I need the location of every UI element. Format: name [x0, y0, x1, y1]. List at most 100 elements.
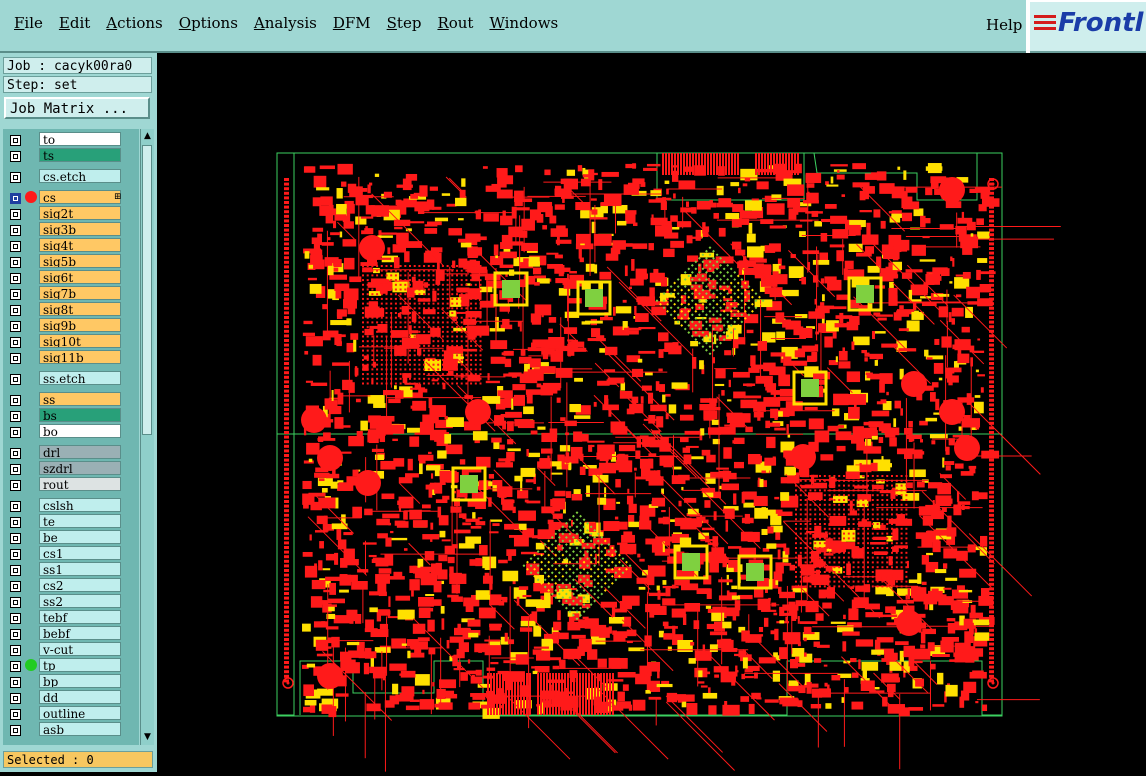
layer-row-drl[interactable]: drl	[4, 445, 124, 460]
layer-row-cs2[interactable]: cs2	[4, 578, 124, 593]
layer-checkbox[interactable]	[10, 241, 21, 252]
layer-row-szdrl[interactable]: szdrl	[4, 461, 124, 476]
menu-rout[interactable]: Rout	[437, 14, 473, 32]
layer-checkbox[interactable]	[10, 337, 21, 348]
layer-row-sig4t[interactable]: sig4t	[4, 238, 124, 253]
layer-row-be[interactable]: be	[4, 530, 124, 545]
layer-row-tp[interactable]: tp	[4, 658, 124, 673]
menu-analysis[interactable]: Analysis	[254, 14, 317, 32]
layer-name[interactable]: dd	[39, 690, 121, 704]
layer-row-rout[interactable]: rout	[4, 477, 124, 492]
menu-windows[interactable]: Windows	[489, 14, 558, 32]
layer-checkbox[interactable]	[10, 501, 21, 512]
layer-checkbox[interactable]	[10, 151, 21, 162]
layer-checkbox[interactable]	[10, 693, 21, 704]
layer-row-ss2[interactable]: ss2	[4, 594, 124, 609]
layer-row-bs[interactable]: bs	[4, 408, 124, 423]
layer-checkbox[interactable]	[10, 135, 21, 146]
layer-checkbox[interactable]	[10, 677, 21, 688]
layer-name[interactable]: sig6t	[39, 270, 121, 284]
layer-checkbox[interactable]	[10, 257, 21, 268]
menu-file[interactable]: File	[14, 14, 43, 32]
layer-row-sig8t[interactable]: sig8t	[4, 302, 124, 317]
layer-checkbox[interactable]	[10, 629, 21, 640]
layer-name[interactable]: be	[39, 530, 121, 544]
layer-checkbox[interactable]	[10, 709, 21, 720]
layer-name[interactable]: to	[39, 132, 121, 146]
layer-name[interactable]: asb	[39, 722, 121, 736]
layer-name[interactable]: bo	[39, 424, 121, 438]
pcb-view[interactable]	[157, 53, 1146, 772]
layer-checkbox[interactable]	[10, 565, 21, 576]
layer-checkbox[interactable]	[10, 172, 21, 183]
layer-row-sig9b[interactable]: sig9b	[4, 318, 124, 333]
layer-name[interactable]: bs	[39, 408, 121, 422]
layer-row-sig3b[interactable]: sig3b	[4, 222, 124, 237]
layer-row-bo[interactable]: bo	[4, 424, 124, 439]
layer-row-cs1[interactable]: cs1	[4, 546, 124, 561]
layer-name[interactable]: cslsh	[39, 498, 121, 512]
scroll-down-icon[interactable]: ▼	[142, 732, 153, 744]
layer-row-sig11b[interactable]: sig11b	[4, 350, 124, 365]
layer-name[interactable]: sig4t	[39, 238, 121, 252]
layer-row-outline[interactable]: outline	[4, 706, 124, 721]
layer-name[interactable]: ss2	[39, 594, 121, 608]
layer-checkbox[interactable]	[10, 209, 21, 220]
layer-checkbox[interactable]	[10, 597, 21, 608]
layer-name[interactable]: cs	[39, 190, 121, 204]
layer-expand-icon[interactable]: ⊞	[114, 190, 122, 204]
layer-checkbox[interactable]	[10, 464, 21, 475]
layer-row-bp[interactable]: bp	[4, 674, 124, 689]
layer-name[interactable]: ss.etch	[39, 371, 121, 385]
menu-step[interactable]: Step	[387, 14, 422, 32]
layer-name[interactable]: drl	[39, 445, 121, 459]
layer-list-scrollbar[interactable]: ▲ ▼	[140, 129, 154, 745]
layer-checkbox[interactable]	[10, 661, 21, 672]
layer-checkbox[interactable]	[10, 517, 21, 528]
scroll-up-icon[interactable]: ▲	[142, 131, 153, 143]
layer-name[interactable]: ts	[39, 148, 121, 162]
menu-options[interactable]: Options	[179, 14, 238, 32]
menu-actions[interactable]: Actions	[106, 14, 162, 32]
layer-name[interactable]: bp	[39, 674, 121, 688]
layer-name[interactable]: sig9b	[39, 318, 121, 332]
layer-row-sig2t[interactable]: sig2t	[4, 206, 124, 221]
layer-checkbox[interactable]	[10, 289, 21, 300]
layer-checkbox[interactable]	[10, 549, 21, 560]
layer-name[interactable]: sig5b	[39, 254, 121, 268]
layer-row-dd[interactable]: dd	[4, 690, 124, 705]
layer-checkbox[interactable]	[10, 353, 21, 364]
layer-row-asb[interactable]: asb	[4, 722, 124, 737]
scroll-thumb[interactable]	[142, 145, 152, 435]
layer-checkbox[interactable]	[10, 225, 21, 236]
layer-checkbox[interactable]	[10, 411, 21, 422]
layer-name[interactable]: rout	[39, 477, 121, 491]
layer-row-sig5b[interactable]: sig5b	[4, 254, 124, 269]
layer-name[interactable]: szdrl	[39, 461, 121, 475]
layer-checkbox[interactable]	[10, 273, 21, 284]
layer-checkbox[interactable]	[10, 581, 21, 592]
layer-checkbox[interactable]	[10, 645, 21, 656]
layer-name[interactable]: sig7b	[39, 286, 121, 300]
graphic-canvas[interactable]	[157, 53, 1146, 772]
layer-row-ss[interactable]: ss	[4, 392, 124, 407]
layer-name[interactable]: outline	[39, 706, 121, 720]
layer-name[interactable]: cs1	[39, 546, 121, 560]
layer-checkbox[interactable]	[10, 533, 21, 544]
layer-row-cs.etch[interactable]: cs.etch	[4, 169, 124, 184]
layer-name[interactable]: te	[39, 514, 121, 528]
layer-checkbox[interactable]	[10, 374, 21, 385]
layer-name[interactable]: sig2t	[39, 206, 121, 220]
layer-name[interactable]: bebf	[39, 626, 121, 640]
layer-row-tebf[interactable]: tebf	[4, 610, 124, 625]
menu-help[interactable]: Help	[986, 16, 1022, 34]
layer-checkbox[interactable]	[10, 480, 21, 491]
layer-name[interactable]: sig3b	[39, 222, 121, 236]
layer-name[interactable]: ss1	[39, 562, 121, 576]
layer-checkbox[interactable]	[10, 321, 21, 332]
layer-name[interactable]: cs.etch	[39, 169, 121, 183]
layer-name[interactable]: sig10t	[39, 334, 121, 348]
layer-row-cs[interactable]: cs⊞	[4, 190, 124, 205]
layer-row-cslsh[interactable]: cslsh	[4, 498, 124, 513]
layer-checkbox[interactable]	[10, 613, 21, 624]
